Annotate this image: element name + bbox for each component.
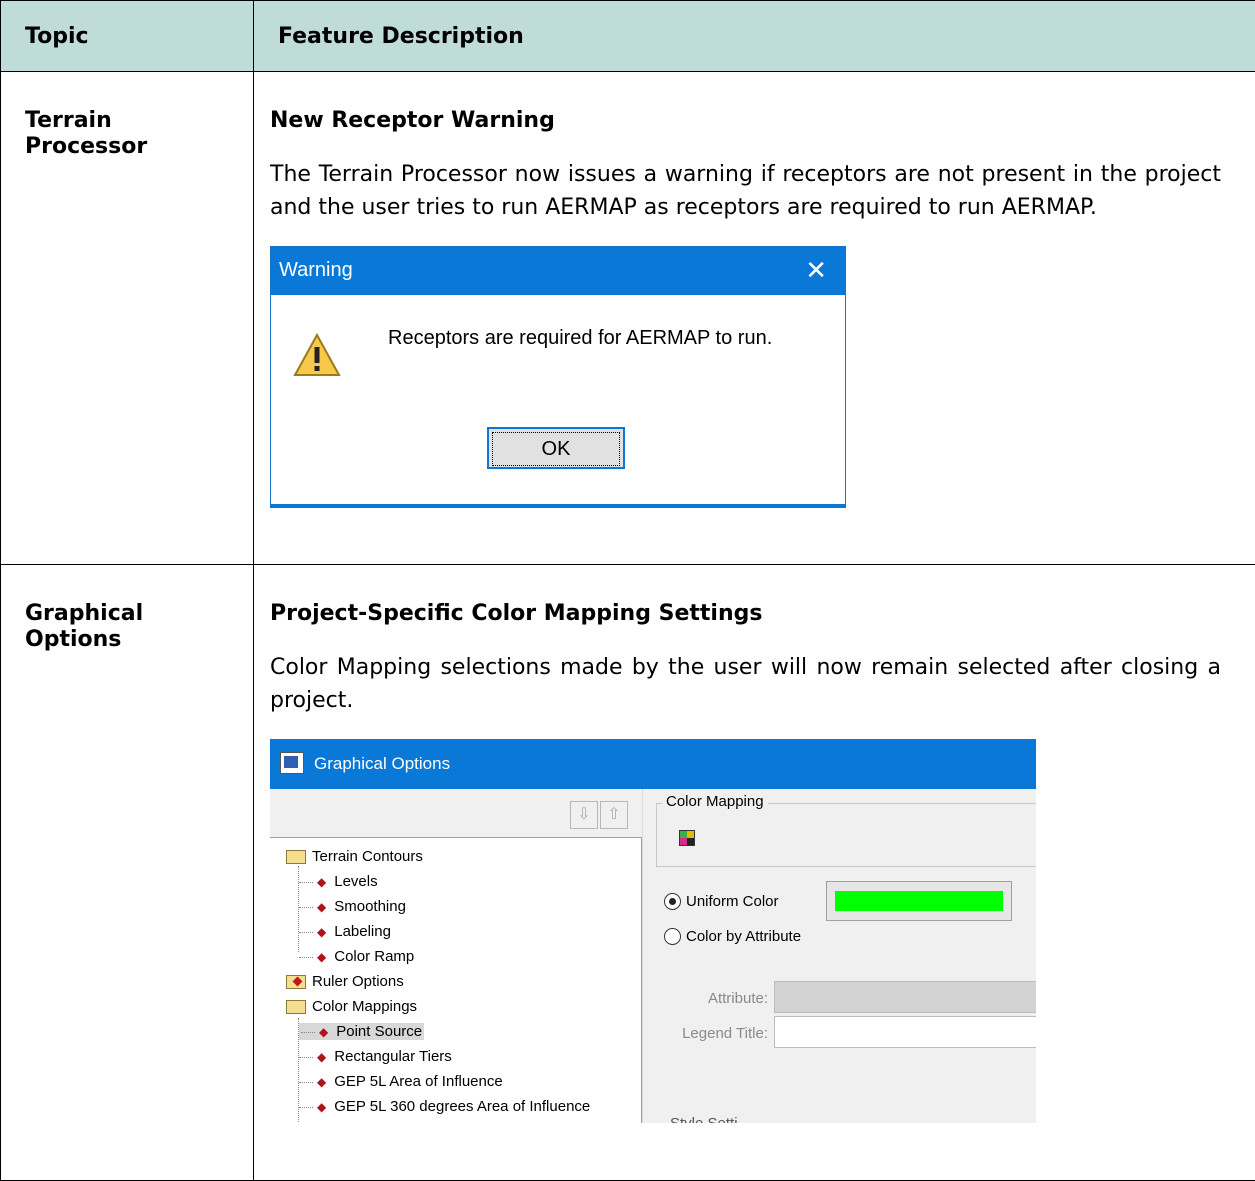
- color-grid-icon[interactable]: [679, 830, 695, 846]
- diamond-bullet-icon: ◆: [317, 1075, 327, 1089]
- tree-item-gep-360[interactable]: ◆ GEP 5L 360 degrees Area of Influence: [299, 1096, 590, 1118]
- tree-item-label: Levels: [334, 873, 378, 890]
- ok-button[interactable]: OK: [487, 427, 625, 469]
- diamond-bullet-icon: ◆: [317, 950, 327, 964]
- tree-item-point-source[interactable]: ◆ Point Source: [299, 1021, 425, 1043]
- import-icon[interactable]: ⇩: [570, 801, 598, 829]
- tree-item-labeling[interactable]: ◆ Labeling: [299, 921, 391, 943]
- feature-description: Color Mapping selections made by the use…: [270, 655, 1221, 713]
- feature-table: Topic Feature Description Terrain Proces…: [0, 0, 1255, 1181]
- radio-selected-icon: [664, 892, 681, 910]
- color-mapping-pane: Color Mapping Uniform Color Color by Att…: [642, 789, 1036, 1123]
- attribute-select[interactable]: [774, 981, 1036, 1013]
- tree-connector: [299, 1106, 313, 1108]
- folder-open-icon: [286, 850, 306, 865]
- attribute-label: Attribute:: [707, 990, 768, 1007]
- tree-item-label: Rectangular Tiers: [334, 1048, 452, 1065]
- export-icon[interactable]: ⇧: [600, 801, 628, 829]
- tree-item-smoothing[interactable]: ◆ Smoothing: [299, 896, 406, 918]
- tree-item-label: Terrain Contours: [312, 848, 423, 865]
- color-mapping-group-label: Color Mapping: [662, 793, 768, 810]
- diamond-bullet-icon: ◆: [317, 925, 327, 939]
- topic-label: Terrain Processor: [25, 108, 148, 159]
- tree-connector: [299, 931, 313, 933]
- table-row: Terrain Processor New Receptor Warning T…: [0, 71, 1255, 565]
- feature-cell: New Receptor Warning The Terrain Process…: [253, 71, 1255, 565]
- tree-item-color-ramp[interactable]: ◆ Color Ramp: [299, 946, 414, 968]
- color-mapping-group: [656, 803, 1036, 867]
- tree-item-label: Color Ramp: [334, 948, 415, 965]
- topic-cell: Terrain Processor: [0, 71, 254, 565]
- graphical-options-dialog: Graphical Options ⇩ ⇧ Terrain Contours ◆…: [270, 739, 1036, 1123]
- folder-open-icon: [286, 1000, 306, 1015]
- tree-item-label: Labeling: [334, 923, 391, 940]
- dialog-titlebar: Graphical Options: [270, 739, 1036, 789]
- warning-icon: [293, 333, 341, 376]
- dialog-title: Graphical Options: [314, 754, 451, 773]
- pane-divider: [642, 789, 643, 1123]
- tree-item-label: Point Source: [336, 1023, 423, 1040]
- options-tree: Terrain Contours ◆ Levels ◆ Smoothing ◆ Lab…: [270, 837, 642, 1123]
- app-icon: [280, 752, 304, 774]
- tree-connector: [301, 1031, 315, 1033]
- topic-label: Graphical Options: [25, 601, 144, 652]
- folder-icon: [286, 975, 306, 990]
- diamond-bullet-icon: ◆: [317, 900, 327, 914]
- radio-label: Color by Attribute: [686, 928, 802, 945]
- color-swatch-fill: [835, 891, 1003, 911]
- tree-item-label: Color Mappings: [312, 998, 418, 1015]
- tree-item-label: GEP 5L 360 degrees Area of Influence: [334, 1098, 591, 1115]
- options-tree-pane: ⇩ ⇧ Terrain Contours ◆ Levels ◆ Smoothing …: [270, 789, 642, 1123]
- dialog-title: Warning: [279, 259, 353, 281]
- diamond-bullet-icon: ◆: [317, 1050, 327, 1064]
- selected-highlight: ◆ Point Source: [299, 1023, 425, 1040]
- legend-title-input[interactable]: [774, 1016, 1036, 1048]
- tree-connector: [299, 1081, 313, 1083]
- tree-item-color-mappings[interactable]: Color Mappings: [286, 996, 417, 1018]
- uniform-color-swatch[interactable]: [826, 881, 1012, 921]
- tree-item-label: Ruler Options: [312, 973, 404, 990]
- dialog-border: [271, 504, 845, 507]
- feature-cell: Project-Specific Color Mapping Settings …: [253, 564, 1255, 1181]
- diamond-bullet-icon: ◆: [317, 875, 327, 889]
- tree-item-rectangular-tiers[interactable]: ◆ Rectangular Tiers: [299, 1046, 452, 1068]
- tree-item-ruler-options[interactable]: Ruler Options: [286, 971, 404, 993]
- tree-item-label: Smoothing: [334, 898, 406, 915]
- color-by-attribute-radio[interactable]: Color by Attribute: [664, 926, 801, 948]
- uniform-color-radio[interactable]: Uniform Color: [664, 891, 779, 913]
- style-settings-label: Style Setti: [670, 1115, 738, 1123]
- close-icon[interactable]: ✕: [805, 255, 827, 285]
- tree-item-levels[interactable]: ◆ Levels: [299, 871, 378, 893]
- tree-connector: [299, 956, 313, 958]
- feature-title: Project-Specific Color Mapping Settings: [270, 601, 763, 626]
- dialog-titlebar: Warning ✕: [271, 247, 845, 295]
- header-feature-description: Feature Description: [253, 0, 1255, 72]
- tree-item-gep-area[interactable]: ◆ GEP 5L Area of Influence: [299, 1071, 503, 1093]
- header-topic: Topic: [0, 0, 254, 72]
- dialog-message: Receptors are required for AERMAP to run…: [388, 327, 773, 349]
- tree-connector: [299, 881, 313, 883]
- topic-cell: Graphical Options: [0, 564, 254, 1181]
- tree-connector: [299, 906, 313, 908]
- ok-button-label: OK: [492, 432, 620, 466]
- tree-connector: [299, 1056, 313, 1058]
- radio-icon: [664, 927, 681, 945]
- warning-dialog: Warning ✕ Receptors are required for AER…: [270, 246, 846, 508]
- diamond-bullet-icon: ◆: [319, 1025, 329, 1039]
- feature-description: The Terrain Processor now issues a warni…: [270, 162, 1221, 220]
- tree-item-label: GEP 5L Area of Influence: [334, 1073, 503, 1090]
- tree-item-terrain-contours[interactable]: Terrain Contours: [286, 846, 423, 868]
- radio-label: Uniform Color: [686, 893, 779, 910]
- table-row: Graphical Options Project-Specific Color…: [0, 564, 1255, 1181]
- feature-title: New Receptor Warning: [270, 108, 555, 133]
- legend-title-label: Legend Title:: [682, 1025, 768, 1042]
- diamond-bullet-icon: ◆: [317, 1100, 327, 1114]
- table-header-row: Topic Feature Description: [0, 0, 1255, 72]
